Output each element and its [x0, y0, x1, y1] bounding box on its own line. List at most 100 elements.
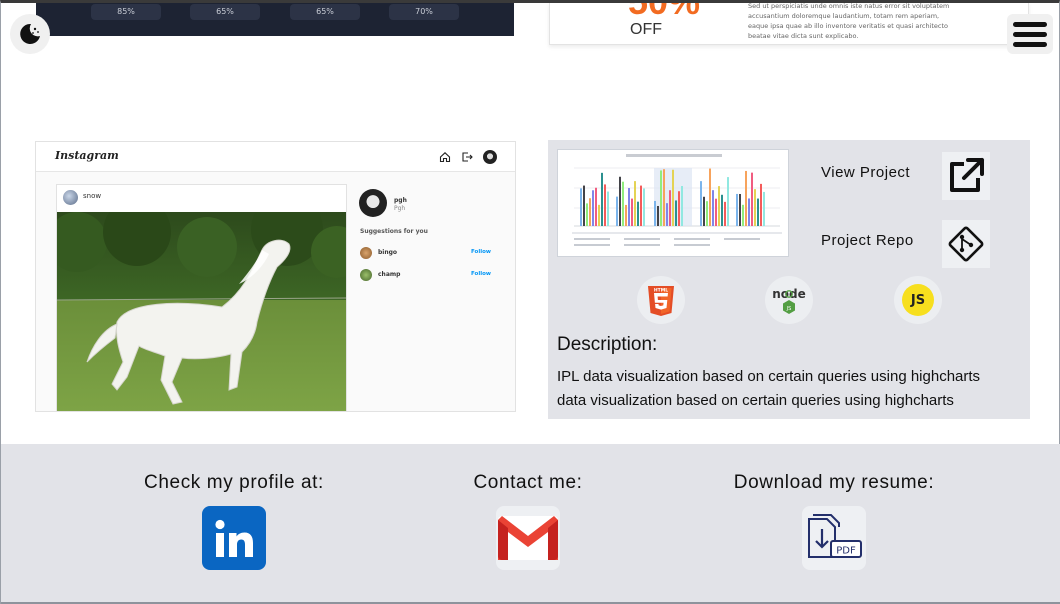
thumbnail-bar	[583, 185, 585, 226]
pdf-download-icon: PDF	[808, 514, 862, 558]
thumbnail-bar	[598, 204, 600, 226]
tech-node: node JS	[765, 276, 813, 324]
linkedin-link[interactable]	[202, 506, 266, 570]
ig-profile-subtitle: Pgh	[394, 205, 406, 212]
project-repo-label[interactable]: Project Repo	[821, 232, 914, 249]
thumbnail-bar	[745, 170, 747, 226]
project-screenshot-chart	[557, 149, 789, 257]
tech-html: HTML	[637, 276, 685, 324]
skill-percent: 65%	[190, 4, 260, 20]
view-project-button[interactable]	[942, 152, 990, 200]
thumbnail-bar	[748, 198, 750, 226]
thumbnail-bar	[721, 194, 723, 226]
thumbnail-bar	[625, 204, 627, 226]
thumbnail-bar	[595, 187, 597, 226]
ig-post-username: snow	[83, 192, 102, 200]
project-card: View Project Project Repo HTML node JS J…	[548, 140, 1030, 419]
thumbnail-bar	[712, 190, 714, 226]
thumbnail-bar	[751, 172, 753, 226]
thumbnail-bar	[622, 181, 624, 226]
project-screenshot-instagram: Instagram snow pgh Pgh Suggestions for y…	[35, 141, 516, 412]
thumbnail-bar	[718, 186, 720, 226]
thumbnail-bar	[601, 172, 603, 226]
thumbnail-bar	[742, 204, 744, 226]
description-title: Description:	[557, 334, 658, 355]
thumbnail-bar	[589, 198, 591, 226]
description-line: IPL data visualization based on certain …	[557, 368, 981, 385]
suggestion-name: bingo	[378, 249, 398, 256]
follow-button: Follow	[471, 249, 491, 255]
thumbnail-bar	[580, 188, 582, 226]
thumbnail-bar	[763, 191, 765, 226]
profile-section: Check my profile at:	[134, 472, 334, 570]
thumbnail-bar	[754, 189, 756, 226]
avatar	[359, 189, 387, 217]
thumbnail-bar	[727, 177, 729, 226]
ig-post: snow	[56, 184, 347, 411]
thumbnail-bar	[643, 188, 645, 226]
thumbnail-bar	[666, 203, 668, 226]
suggestion-name: champ	[378, 271, 401, 278]
logout-icon	[462, 152, 473, 162]
thumbnail-bar	[631, 198, 633, 226]
nodejs-icon: node JS	[772, 287, 806, 314]
thumbnail-bar	[709, 168, 711, 226]
thumbnail-bar	[592, 190, 594, 226]
thumbnail-bar	[669, 190, 671, 226]
offer-description: Sed ut perspiciatis unde omnis iste natu…	[748, 3, 950, 40]
list-item: champ Follow	[359, 269, 499, 283]
view-project-label[interactable]: View Project	[821, 164, 910, 181]
ig-logo: Instagram	[55, 149, 119, 162]
gmail-link[interactable]	[496, 506, 560, 570]
home-icon	[439, 152, 451, 163]
git-icon	[948, 226, 984, 262]
gmail-icon	[498, 516, 558, 560]
thumbnail-bar	[678, 191, 680, 226]
skill-percent: 65%	[290, 4, 360, 20]
thumbnail-bar	[586, 203, 588, 226]
external-link-icon	[950, 158, 984, 192]
offer-off-label: OFF	[630, 21, 662, 38]
thumbnail-bar	[760, 183, 762, 226]
follow-button: Follow	[471, 271, 491, 277]
horse-photo	[57, 212, 346, 411]
thumbnail-bar	[657, 205, 659, 226]
skills-card-bottom: 85% 65% 65% 70%	[36, 3, 514, 36]
footer: Check my profile at: Contact me: Downloa…	[1, 444, 1060, 604]
theme-toggle-button[interactable]	[10, 14, 50, 54]
thumbnail-bar	[640, 185, 642, 226]
resume-download-link[interactable]: PDF	[802, 506, 866, 570]
contact-label: Contact me:	[473, 472, 583, 493]
hamburger-icon	[1013, 21, 1047, 27]
javascript-icon: JS	[902, 284, 934, 316]
profile-label: Check my profile at:	[144, 472, 324, 493]
thumbnail-bar	[703, 196, 705, 226]
tech-javascript: JS	[894, 276, 942, 324]
skill-percent: 85%	[91, 4, 161, 20]
ig-suggestions-label: Suggestions for you	[360, 228, 428, 235]
ig-profile-name: pgh	[394, 197, 407, 204]
thumbnail-bar	[672, 169, 674, 226]
thumbnail-bar	[616, 196, 618, 226]
thumbnail-bar	[736, 193, 738, 226]
thumbnail-bar	[660, 170, 662, 226]
ig-navbar: Instagram	[36, 142, 515, 172]
thumbnail-bar	[634, 181, 636, 226]
description-line: data visualization based on certain quer…	[557, 392, 954, 409]
project-repo-button[interactable]	[942, 220, 990, 268]
linkedin-icon	[215, 519, 253, 557]
thumbnail-bar	[706, 201, 708, 226]
resume-section: Download my resume: PDF	[719, 472, 949, 570]
menu-button[interactable]	[1007, 14, 1053, 54]
list-item: bingo Follow	[359, 247, 499, 261]
svg-text:JS: JS	[786, 306, 792, 312]
thumbnail-bar	[757, 198, 759, 226]
svg-text:HTML: HTML	[654, 288, 668, 294]
thumbnail-bar	[604, 184, 606, 226]
avatar	[360, 247, 372, 259]
description-text: IPL data visualization based on certain …	[557, 365, 1027, 413]
thumbnail-bar	[681, 185, 683, 226]
thumbnail-bar	[700, 181, 702, 226]
thumbnail-bar	[739, 193, 741, 226]
thumbnail-bar	[628, 188, 630, 226]
